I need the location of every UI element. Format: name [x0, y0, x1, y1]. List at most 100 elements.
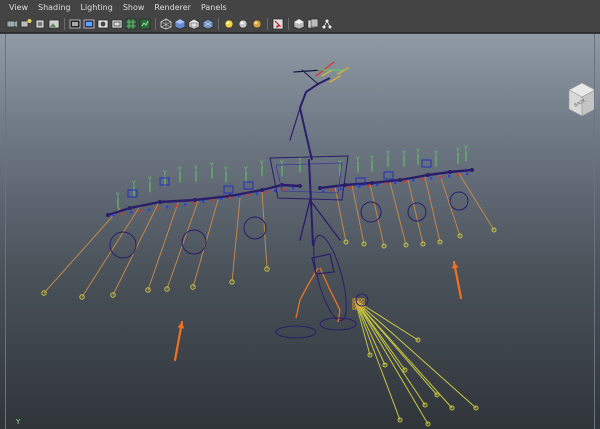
wing-control-marker: [430, 177, 433, 180]
film-gate-icon[interactable]: [69, 18, 81, 30]
rotate-handle-y: Y: [279, 160, 284, 167]
rotate-handle-y: Y: [385, 150, 390, 157]
wing-control-marker: [292, 187, 295, 190]
isolate-select-icon[interactable]: [272, 18, 284, 30]
wing-control-marker: [202, 200, 205, 203]
feather-line: [424, 176, 441, 243]
xray-joints-icon[interactable]: [307, 18, 319, 30]
wing-control-marker: [121, 212, 124, 216]
wireframe-icon[interactable]: [160, 18, 172, 30]
smooth-shade-icon[interactable]: [174, 18, 186, 30]
wing-control-marker: [220, 197, 223, 201]
menu-show[interactable]: Show: [118, 0, 150, 15]
rotate-handle-y: Y: [369, 155, 374, 162]
wing-control-marker: [157, 207, 160, 210]
wing-control-marker: [229, 196, 232, 199]
menu-renderer[interactable]: Renderer: [149, 0, 196, 15]
wing-control-marker: [457, 173, 460, 177]
wing-box-control: [421, 159, 432, 168]
rotate-handle-y: Y: [433, 150, 438, 157]
rotate-handle-y: Y: [243, 166, 248, 173]
head-bone: [301, 69, 319, 85]
wing-control-marker: [358, 185, 361, 189]
camera-attributes-icon[interactable]: [20, 18, 32, 30]
menu-view[interactable]: View: [0, 0, 33, 15]
select-camera-icon[interactable]: [6, 18, 18, 30]
feather-line: [439, 174, 461, 237]
tail-base-joint: [361, 298, 365, 302]
wing-circle-control: [243, 216, 267, 240]
3d-viewport[interactable]: YYYYYYYYYYYYYYYYYYYYY BACK Y: [0, 34, 600, 429]
wing-control-marker: [367, 184, 370, 187]
head-feather: [337, 67, 349, 75]
image-plane-icon[interactable]: [48, 18, 60, 30]
toolbar-separator: [288, 17, 289, 30]
maya-viewport-panel: View Shading Lighting Show Renderer Pane…: [0, 0, 600, 429]
toolbar-separator: [267, 17, 268, 30]
toolbar-separator: [64, 17, 65, 30]
rotate-handle-y: Y: [455, 147, 460, 154]
rotate-handle-y: Y: [162, 170, 167, 177]
wing-joint: [398, 178, 402, 182]
rotate-handle-y: Y: [415, 148, 420, 155]
rotate-handle-y: Y: [463, 145, 468, 152]
wing-joint: [128, 206, 132, 210]
rotate-handle-y: Y: [259, 160, 264, 167]
rotate-handle-y: Y: [177, 166, 182, 173]
rotate-handle-y: Y: [115, 192, 120, 199]
wing-control-marker: [166, 205, 169, 209]
neck-bone-chain: [298, 77, 331, 161]
wing-control-marker: [385, 182, 388, 185]
default-light-icon[interactable]: [237, 18, 249, 30]
tail-feather-line: [354, 299, 401, 421]
grid-icon[interactable]: [125, 18, 137, 30]
feather-line: [231, 197, 241, 283]
tail-feather-line: [354, 299, 429, 425]
resolution-gate-icon[interactable]: [83, 18, 95, 30]
use-all-lights-icon[interactable]: [223, 18, 235, 30]
tail-feather-line: [354, 299, 438, 396]
wing-control-marker: [130, 211, 133, 214]
hud-icon[interactable]: [139, 18, 151, 30]
feather-line: [334, 186, 347, 243]
menu-shading[interactable]: Shading: [33, 0, 76, 15]
bookmark-icon[interactable]: [34, 18, 46, 30]
wing-joint: [448, 170, 452, 174]
head-feather: [329, 75, 341, 83]
tail-feather-line: [354, 299, 477, 409]
wing-control-marker: [265, 191, 268, 194]
tail-base-joint: [358, 298, 362, 302]
wing-joint: [370, 181, 374, 185]
wing-control-marker: [448, 174, 451, 178]
wing-control-marker: [184, 203, 187, 206]
safe-action-icon[interactable]: [97, 18, 109, 30]
neck-control: [289, 107, 301, 141]
backface-icon[interactable]: [321, 18, 333, 30]
body-circle-control: [313, 234, 347, 322]
textured-icon[interactable]: [202, 18, 214, 30]
menu-lighting[interactable]: Lighting: [75, 0, 117, 15]
view-cube[interactable]: BACK: [565, 78, 599, 122]
wing-control-marker: [349, 186, 352, 190]
feather-line: [43, 207, 121, 294]
xray-icon[interactable]: [293, 18, 305, 30]
field-chart-icon[interactable]: [111, 18, 123, 30]
bounding-box-icon[interactable]: [188, 18, 200, 30]
menu-panels[interactable]: Panels: [196, 0, 232, 15]
wing-control-marker: [139, 209, 142, 213]
wing-control-marker: [256, 192, 259, 195]
rotate-handle-y: Y: [223, 166, 228, 173]
wing-control-marker: [112, 214, 115, 217]
wing-circle-control: [449, 191, 469, 211]
wing-box-control: [127, 189, 138, 198]
wing-joint: [470, 168, 474, 172]
wing-control-marker: [283, 188, 286, 191]
shadows-icon[interactable]: [251, 18, 263, 30]
wing-control-marker: [211, 199, 214, 202]
wing-control-marker: [238, 195, 241, 198]
rig-scene: YYYYY Y YY YY YYYY YY Y Y Y Y Y: [41, 61, 497, 427]
wing-joint: [193, 198, 197, 202]
wing-joint: [158, 200, 162, 204]
wing-control-marker: [394, 181, 397, 184]
rotate-handle-y: Y: [131, 180, 136, 187]
